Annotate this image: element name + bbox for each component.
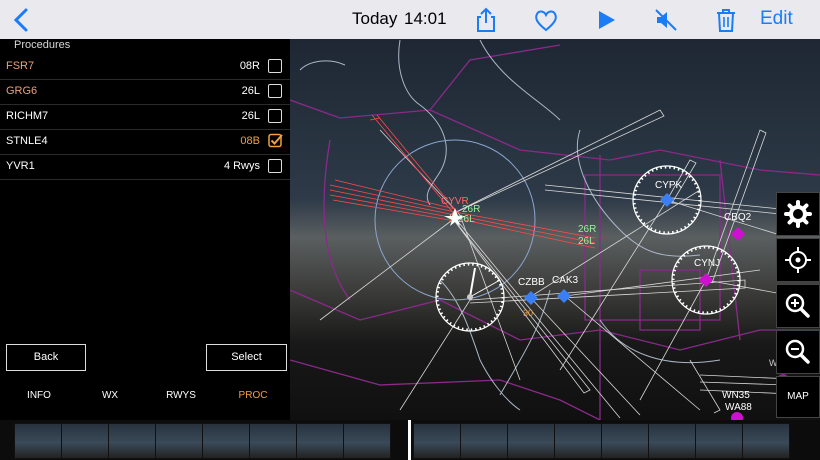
edit-button[interactable]: Edit xyxy=(760,8,793,30)
tab-proc[interactable]: PROC xyxy=(223,390,283,401)
back-button[interactable]: Back xyxy=(6,344,86,371)
procedure-name: STNLE4 xyxy=(6,135,48,147)
timeline-thumbnail[interactable] xyxy=(14,423,62,459)
procedure-runway: 26L xyxy=(241,85,260,97)
timeline-thumbnail[interactable] xyxy=(601,423,649,459)
runway-26l-end-label: 26L xyxy=(578,236,595,247)
timeline-thumbnail[interactable] xyxy=(108,423,156,459)
zoom-in-icon xyxy=(785,293,810,318)
timeline-thumbnail[interactable] xyxy=(249,423,297,459)
map-button[interactable]: MAP xyxy=(776,376,820,418)
wn35-label: WN35 xyxy=(722,390,750,401)
procedure-runway: 26L xyxy=(241,110,260,122)
procedure-runway: 08B xyxy=(240,135,260,147)
zoom-out-button[interactable] xyxy=(776,330,820,374)
procedures-panel: Procedures FSR7 08R GRG6 26L RICHM7 26L … xyxy=(0,39,290,420)
panel-title: Procedures xyxy=(14,39,71,51)
settings-button[interactable] xyxy=(776,192,820,236)
procedure-checkbox-checked[interactable] xyxy=(268,133,283,148)
cynj-label: CYNJ xyxy=(694,258,720,269)
top-toolbar: Today 14:01 Edit xyxy=(0,0,820,40)
tab-rwys[interactable]: RWYS xyxy=(151,390,211,401)
map-view[interactable]: CYVR 26R 26L 26R 26L CYPK CYNJ CBQ2 CZBB… xyxy=(290,39,820,420)
heart-icon[interactable] xyxy=(532,6,560,34)
back-chevron-icon[interactable] xyxy=(8,6,36,34)
runway-26r-end-label: 26R xyxy=(578,224,596,235)
cak3-label: CAK3 xyxy=(552,275,579,286)
time-label: 14:01 xyxy=(404,9,447,28)
timeline-thumbnail[interactable] xyxy=(61,423,109,459)
czbb-label: CZBB xyxy=(518,277,545,288)
crosshair-icon xyxy=(785,247,811,273)
wa88-label: WA88 xyxy=(725,402,752,413)
procedure-checkbox[interactable] xyxy=(268,109,282,123)
procedure-row[interactable]: FSR7 08R xyxy=(0,55,290,80)
playhead[interactable] xyxy=(408,420,411,460)
video-timeline-strip[interactable] xyxy=(0,420,820,460)
procedure-row[interactable]: RICHM7 26L xyxy=(0,105,290,130)
procedure-runway: 08R xyxy=(239,60,260,72)
procedure-row[interactable]: GRG6 26L xyxy=(0,80,290,105)
gear-icon xyxy=(784,200,812,228)
timeline-thumbnail[interactable] xyxy=(155,423,203,459)
timeline-thumbnail[interactable] xyxy=(648,423,696,459)
procedure-checkbox[interactable] xyxy=(268,59,282,73)
procedure-runway: 4 Rwys xyxy=(223,160,260,172)
play-icon[interactable] xyxy=(592,6,620,34)
procedure-row[interactable]: STNLE4 08B xyxy=(0,130,290,155)
timeline-thumbnail[interactable] xyxy=(296,423,344,459)
mute-icon[interactable] xyxy=(652,6,680,34)
procedure-row[interactable]: YVR1 4 Rwys xyxy=(0,155,290,180)
timeline-thumbnail[interactable] xyxy=(413,423,461,459)
center-location-button[interactable] xyxy=(776,238,820,282)
timeline-thumbnail[interactable] xyxy=(695,423,743,459)
procedure-name: RICHM7 xyxy=(6,110,49,122)
procedure-checkbox[interactable] xyxy=(268,84,282,98)
zoom-in-button[interactable] xyxy=(776,284,820,328)
tab-info[interactable]: INFO xyxy=(9,390,69,401)
procedure-name: GRG6 xyxy=(6,85,38,97)
timeline-thumbnail[interactable] xyxy=(554,423,602,459)
zoom-out-icon xyxy=(785,339,810,364)
share-icon[interactable] xyxy=(472,6,500,34)
procedure-name: FSR7 xyxy=(6,60,35,72)
tab-wx[interactable]: WX xyxy=(80,390,140,401)
procedure-name: YVR1 xyxy=(6,160,35,172)
timeline-thumbnail[interactable] xyxy=(460,423,508,459)
map-canvas[interactable]: CYVR 26R 26L 26R 26L CYPK CYNJ CBQ2 CZBB… xyxy=(290,39,820,420)
select-button[interactable]: Select xyxy=(206,344,287,371)
cbq2-label: CBQ2 xyxy=(724,212,752,223)
timeline-thumbnail[interactable] xyxy=(507,423,555,459)
procedure-checkbox[interactable] xyxy=(268,159,282,173)
czbb-runway-label: 30 xyxy=(523,308,533,318)
timeline-thumbnail[interactable] xyxy=(343,423,391,459)
cypk-label: CYPK xyxy=(655,180,683,191)
runway-26l-label: 26L xyxy=(458,214,475,225)
date-label: Today xyxy=(352,9,398,28)
timeline-thumbnail[interactable] xyxy=(202,423,250,459)
trash-icon[interactable] xyxy=(712,6,740,34)
timeline-thumbnail[interactable] xyxy=(742,423,790,459)
